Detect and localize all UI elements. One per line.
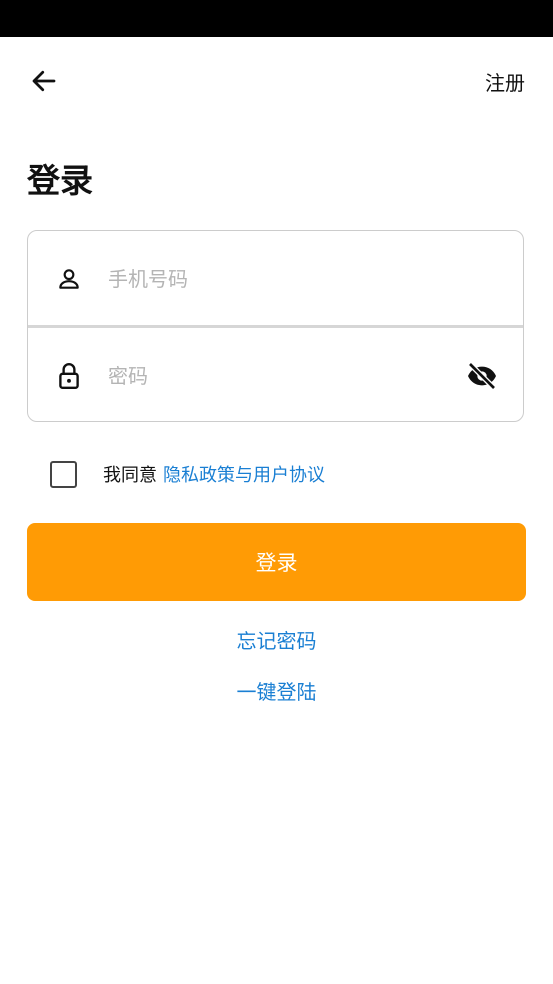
quick-login-link[interactable]: 一键登陆 <box>0 676 553 705</box>
eye-off-icon <box>468 361 496 390</box>
privacy-policy-link[interactable]: 隐私政策与用户协议 <box>163 461 325 487</box>
agreement-checkbox[interactable] <box>50 460 77 488</box>
password-visibility-toggle[interactable] <box>465 359 499 393</box>
back-button[interactable] <box>24 61 64 101</box>
agreement-row: 我同意 隐私政策与用户协议 <box>50 458 325 490</box>
phone-input[interactable] <box>108 258 448 299</box>
login-form-card <box>27 230 524 422</box>
page-title: 登录 <box>27 161 93 200</box>
top-app-bar: 注册 <box>0 37 553 125</box>
agreement-prefix: 我同意 <box>103 465 157 486</box>
password-field-row <box>28 328 523 421</box>
status-bar <box>0 0 553 37</box>
login-button[interactable]: 登录 <box>27 523 526 601</box>
forgot-password-link[interactable]: 忘记密码 <box>0 625 553 654</box>
person-icon <box>54 264 84 294</box>
phone-field-row <box>28 231 523 326</box>
arrow-left-icon <box>32 70 56 92</box>
register-link[interactable]: 注册 <box>485 67 525 96</box>
lock-icon <box>54 361 84 391</box>
password-input[interactable] <box>108 355 448 396</box>
